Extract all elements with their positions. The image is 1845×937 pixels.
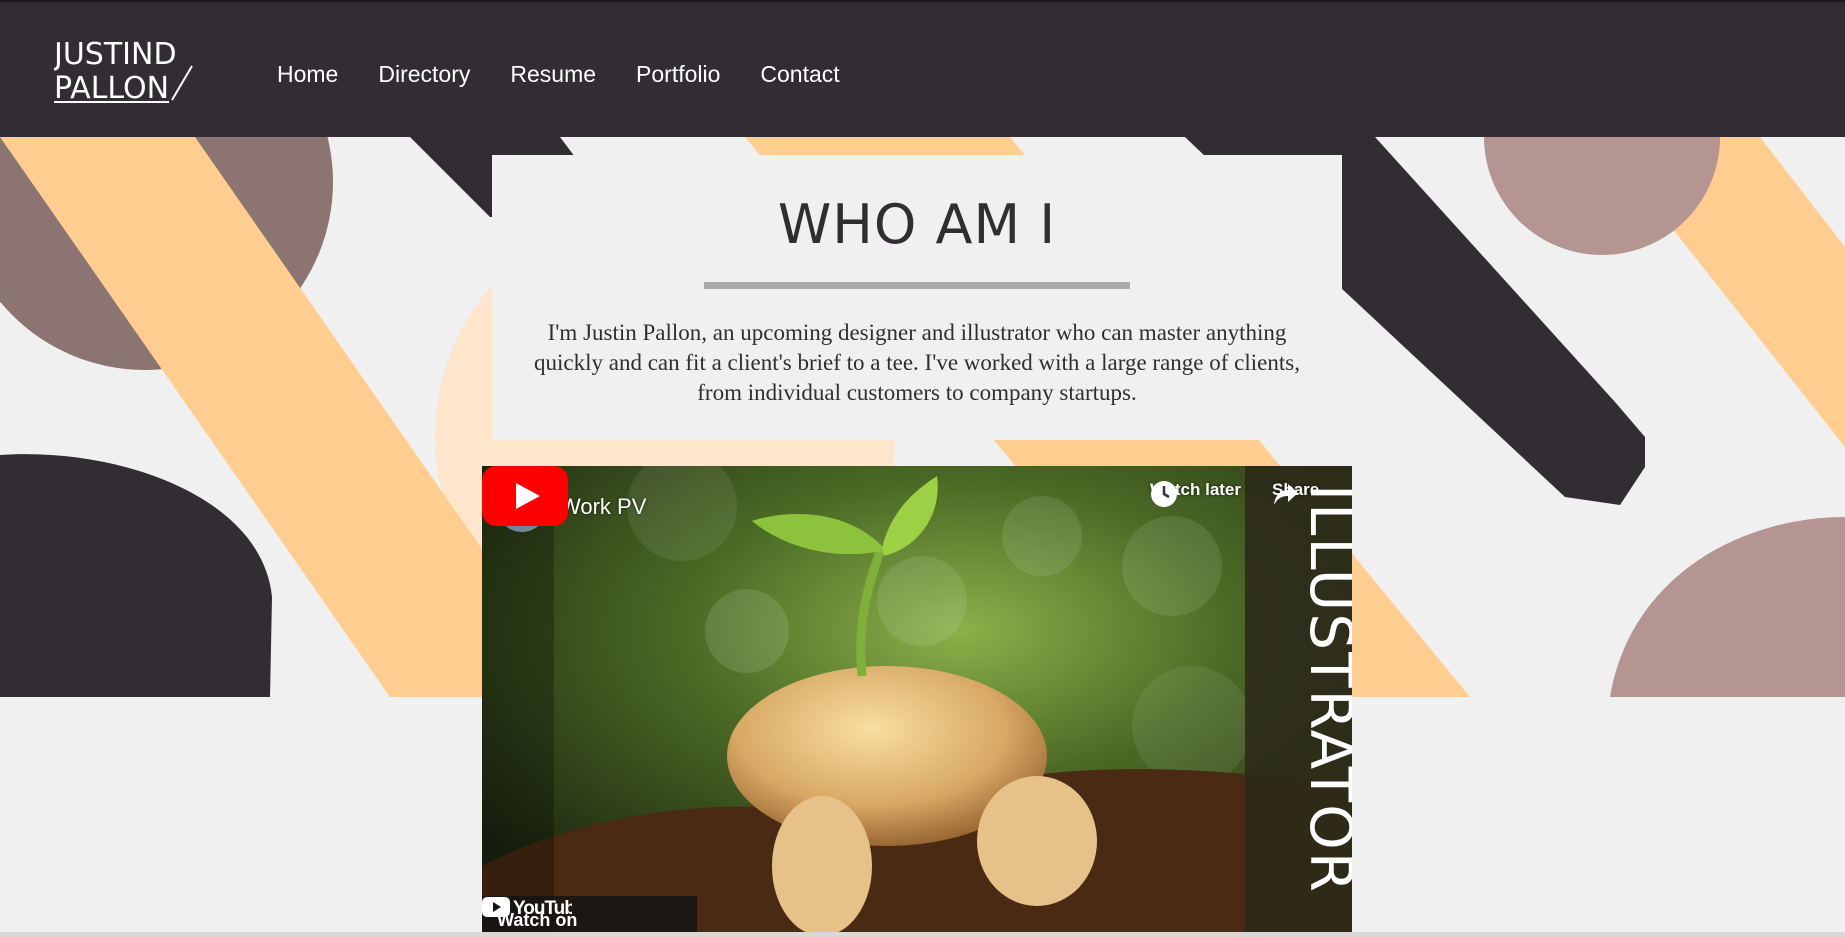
page-bottom-edge — [0, 932, 1845, 937]
share-arrow-icon — [1274, 484, 1298, 505]
watch-on-youtube-button[interactable]: Watch on YouTube — [482, 896, 697, 936]
title-divider — [704, 282, 1130, 289]
clock-icon — [1151, 481, 1177, 507]
nav-home[interactable]: Home — [277, 60, 338, 88]
watch-later-button[interactable]: Watch later — [1150, 480, 1241, 507]
justin-pallon-logo[interactable]: JUSTIND PALLON — [54, 36, 204, 104]
video-thumbnail — [482, 466, 1352, 936]
about-card: WHO AM I I'm Justin Pallon, an upcoming … — [492, 155, 1342, 440]
nav-directory[interactable]: Directory — [378, 60, 470, 88]
nav-portfolio[interactable]: Portfolio — [636, 60, 720, 88]
intro-paragraph: I'm Justin Pallon, an upcoming designer … — [534, 320, 1300, 405]
youtube-logo-icon: YouTube — [482, 897, 572, 918]
page: JUSTIND PALLON Home Directory Resume Por… — [0, 0, 1845, 937]
video-title[interactable]: Work PV — [560, 494, 646, 520]
logo-line-2: PALLON — [54, 71, 169, 104]
nav-contact[interactable]: Contact — [760, 60, 839, 88]
page-title: WHO AM I — [777, 193, 1057, 256]
play-icon[interactable] — [482, 466, 568, 526]
top-navigation-bar: JUSTIND PALLON Home Directory Resume Por… — [0, 0, 1845, 137]
logo-line-1: JUSTIND — [54, 37, 177, 72]
illustrator-side-text: ILLUSTRATOR — [1297, 484, 1352, 895]
youtube-wordmark: YouTube — [513, 898, 572, 918]
nav-resume[interactable]: Resume — [510, 60, 596, 88]
main-nav: Home Directory Resume Portfolio Contact — [277, 60, 880, 88]
youtube-video-embed[interactable]: a Work PV Watch later Share ILLUSTRATOR … — [482, 466, 1352, 936]
